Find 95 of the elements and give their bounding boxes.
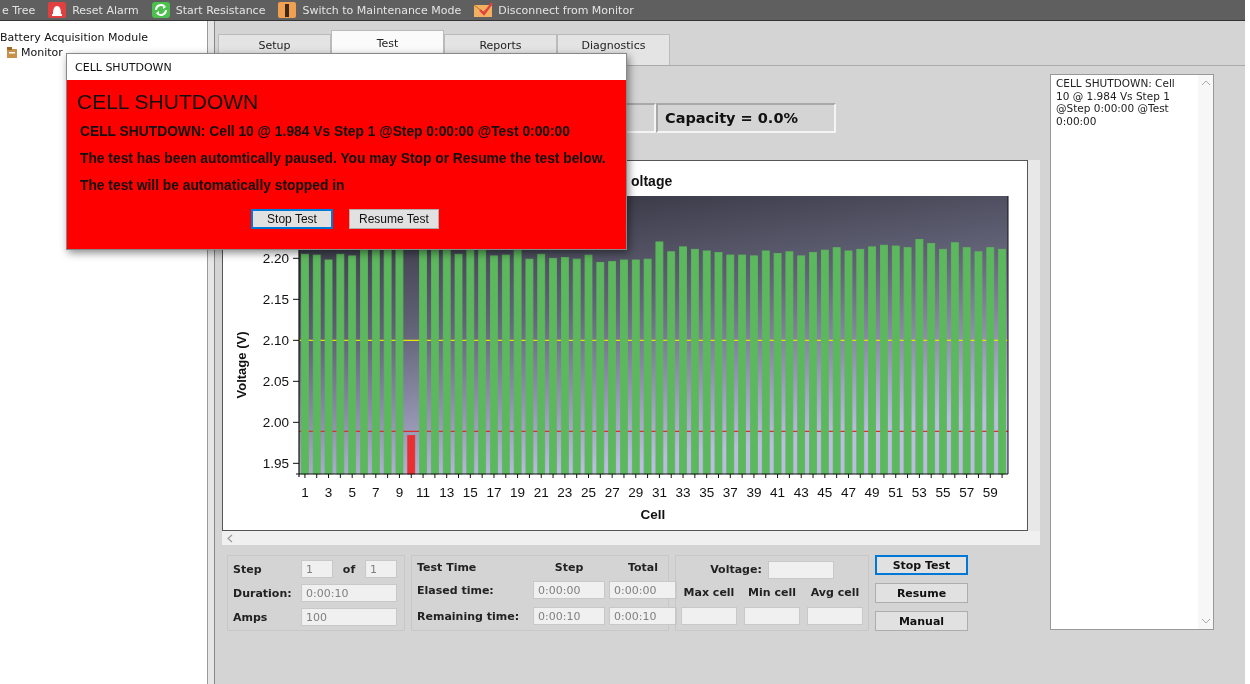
tick-label: 33 <box>675 485 691 500</box>
tick-label: 9 <box>395 485 404 500</box>
button[interactable]: Manual <box>875 611 968 631</box>
tick-label: 51 <box>888 485 904 500</box>
field-label: Max cell <box>682 586 736 600</box>
alert-heading: CELL SHUTDOWN <box>77 90 260 114</box>
folder-icon <box>6 46 18 59</box>
tick-label: 49 <box>864 485 880 500</box>
voltage-field[interactable] <box>767 560 834 579</box>
tick-label: 55 <box>935 485 951 500</box>
time-field[interactable]: 0:00:10 <box>609 607 677 626</box>
bar <box>407 435 416 475</box>
column-header: Total <box>626 560 660 574</box>
toolbar-button[interactable]: Switch to Maintenance Mode <box>275 1 464 19</box>
amps-field[interactable]: 100 <box>301 608 397 626</box>
tick-label: 17 <box>486 485 502 500</box>
tick-label: 13 <box>439 485 455 500</box>
time-field[interactable]: 0:00:10 <box>533 607 605 626</box>
tick-label: 2.10 <box>262 333 289 349</box>
tick-label: 59 <box>982 485 998 500</box>
tick-label: 2.05 <box>262 374 289 390</box>
tick-label: 7 <box>372 485 380 500</box>
tick-label: 15 <box>462 485 478 500</box>
field-label: of <box>341 562 357 576</box>
step-field[interactable]: 1 <box>301 560 333 578</box>
tree-item[interactable]: Battery Acquisition Module <box>0 31 148 44</box>
tick-label: 35 <box>699 485 715 500</box>
tick-label: 47 <box>840 485 856 500</box>
duration-field[interactable]: 0:00:10 <box>301 584 397 602</box>
axis-title: Voltage (V) <box>234 331 249 399</box>
scrollbar[interactable] <box>222 531 1040 545</box>
chevron-up-icon <box>1200 79 1211 87</box>
button[interactable]: Stop Test <box>251 209 333 229</box>
field-label: Voltage: <box>710 563 762 577</box>
bell-icon <box>47 1 68 19</box>
step-field[interactable]: 1 <box>365 560 397 578</box>
toolbar-button[interactable]: Start Resistance <box>148 1 268 19</box>
tick-label: 21 <box>533 485 549 500</box>
field-label: Elased time: <box>417 584 495 597</box>
toolbar-button[interactable]: Reset Alarm <box>45 1 141 19</box>
tick-label: 23 <box>557 485 573 500</box>
scrollbar[interactable] <box>1198 75 1213 629</box>
field-label: Duration: <box>233 586 293 600</box>
toolbar-button[interactable]: e Tree <box>0 3 38 17</box>
tick-label: 1 <box>301 485 309 500</box>
tick-label: 57 <box>959 485 975 500</box>
tick-label: 41 <box>770 485 786 500</box>
scrollbar[interactable] <box>1028 160 1040 531</box>
axis-title: Cell <box>640 507 666 522</box>
alert-message: The test has been automtically paused. You may Stop or Resume the test below. <box>80 151 607 166</box>
time-field[interactable]: 0:00:00 <box>609 581 677 600</box>
tick-label: 39 <box>746 485 762 500</box>
column-icon <box>277 1 298 19</box>
chevron-down-icon <box>1200 617 1211 625</box>
envelope-check-icon <box>473 1 494 19</box>
tick-label: 29 <box>628 485 644 500</box>
group-title: Test Time <box>417 560 478 574</box>
tree-item[interactable]: Monitor <box>21 46 63 59</box>
tick-label: 43 <box>793 485 809 500</box>
alert-message: The test will be automatically stopped in <box>80 178 346 193</box>
field-label: Remaining time: <box>417 609 521 623</box>
cell-field[interactable] <box>681 607 737 626</box>
tick-label: 53 <box>911 485 927 500</box>
cell-field[interactable] <box>807 607 863 626</box>
tick-label: 2.20 <box>262 251 289 267</box>
tick-label: 27 <box>604 485 620 500</box>
toolbar-button[interactable]: Disconnect from Monitor <box>471 1 636 19</box>
tick-label: 11 <box>416 485 431 500</box>
column-header: Step <box>553 560 585 574</box>
cycle-icon <box>150 1 171 19</box>
tick-label: 2.00 <box>262 415 289 431</box>
field-label: Min cell <box>747 586 797 600</box>
tick-label: 25 <box>581 485 596 500</box>
field-label: Amps <box>233 610 269 624</box>
tick-label: 19 <box>510 485 526 500</box>
tick-label: 5 <box>348 485 356 500</box>
time-field[interactable]: 0:00:00 <box>533 581 605 600</box>
tick-label: 3 <box>324 485 333 500</box>
field-label: Avg cell <box>809 586 861 600</box>
tick-label: 45 <box>817 485 833 500</box>
window-title: CELL SHUTDOWN <box>67 54 626 80</box>
button[interactable]: Stop Test <box>875 555 968 575</box>
chevron-left-icon <box>226 533 234 543</box>
field-label: Step <box>233 562 263 576</box>
log-text: CELL SHUTDOWN: Cell 10 @ 1.984 Vs Step 1 @Step 0:00:00 @Test 0:00:00 <box>1055 76 1176 129</box>
tick-label: 2.15 <box>262 292 289 308</box>
capacity-readout: Capacity = 0.0% <box>656 103 836 133</box>
button[interactable]: Resume <box>875 583 968 603</box>
tick-label: 31 <box>651 485 667 500</box>
cell-field[interactable] <box>744 607 800 626</box>
alert-message: CELL SHUTDOWN: Cell 10 @ 1.984 Vs Step 1 @Step 0:00:00 @Test 0:00:00 <box>80 124 571 139</box>
tick-label: 1.95 <box>262 456 289 472</box>
chart-title: oltage <box>631 173 673 189</box>
button[interactable]: Resume Test <box>349 209 439 229</box>
tick-label: 37 <box>722 485 738 500</box>
